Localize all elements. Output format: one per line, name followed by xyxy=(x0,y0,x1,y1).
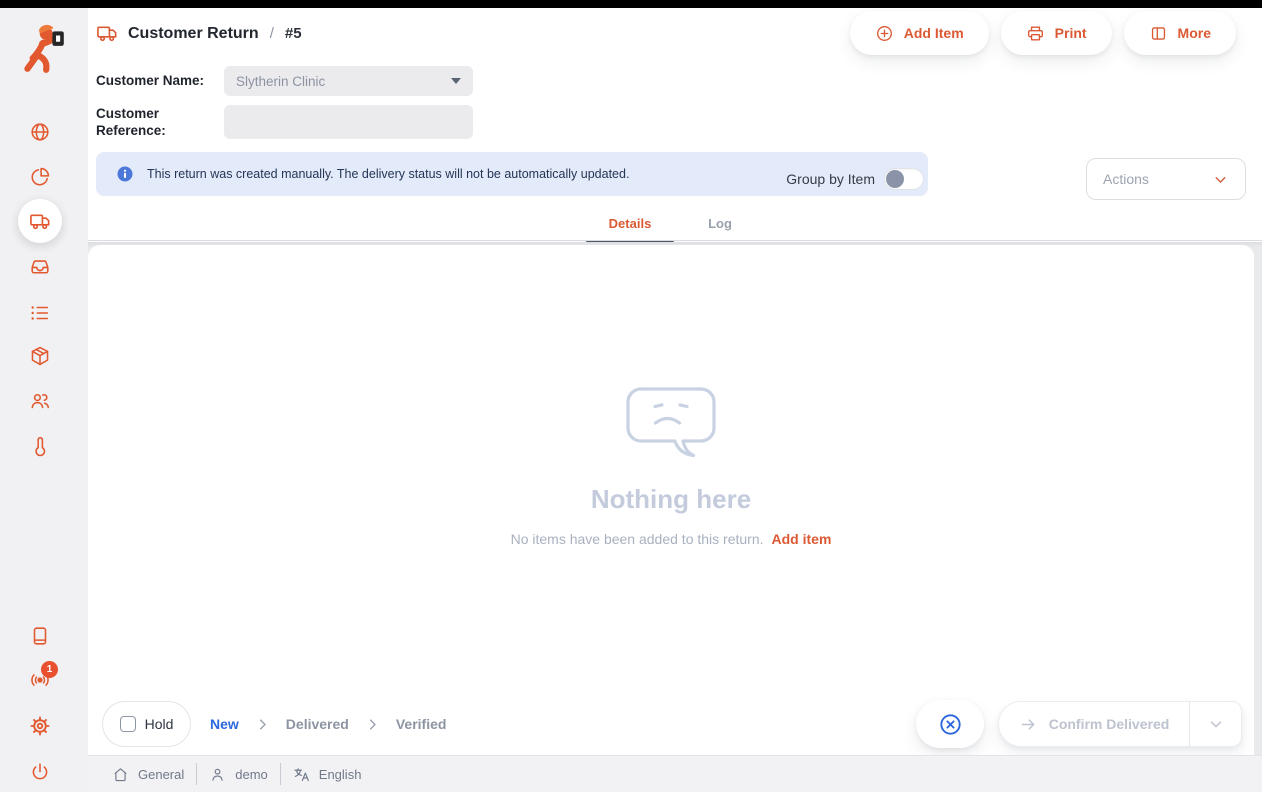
add-item-link[interactable]: Add item xyxy=(772,531,832,547)
sidebar: 1 xyxy=(0,8,88,792)
sidebar-item-logout[interactable] xyxy=(26,758,54,786)
tab-bar: Details Log xyxy=(88,208,1262,241)
home-icon xyxy=(112,766,129,783)
app-root: 1 Customer Return / #5 Add Item Print xyxy=(0,0,1262,792)
workflow-steps: New Delivered Verified xyxy=(210,700,446,748)
footer-user[interactable]: demo xyxy=(197,766,280,783)
actions-dropdown[interactable]: Actions xyxy=(1086,158,1246,200)
hold-checkbox[interactable] xyxy=(120,716,136,732)
plus-circle-icon xyxy=(875,24,894,43)
thermometer-icon xyxy=(29,435,51,457)
sidebar-item-inbox[interactable] xyxy=(26,253,54,281)
sidebar-item-reports[interactable] xyxy=(26,163,54,191)
caret-down-icon xyxy=(451,78,461,84)
breadcrumb-separator: / xyxy=(268,25,276,42)
confirm-delivered-button[interactable]: Confirm Delivered xyxy=(999,702,1189,746)
sidebar-item-globe[interactable] xyxy=(26,118,54,146)
printer-icon xyxy=(1026,24,1045,43)
customer-name-select[interactable]: Slytherin Clinic xyxy=(224,66,473,96)
top-black-bar xyxy=(0,0,1262,8)
pie-chart-icon xyxy=(29,166,51,188)
empty-state-title: Nothing here xyxy=(88,484,1254,515)
group-by-item-control: Group by Item xyxy=(786,158,924,200)
status-bar: Hold New Delivered Verified Confirm Deli… xyxy=(102,700,1242,748)
power-icon xyxy=(29,761,51,783)
document-number: #5 xyxy=(285,25,302,42)
customer-reference-input[interactable] xyxy=(224,105,473,139)
page-header: Customer Return / #5 Add Item Print More… xyxy=(88,8,1262,241)
banner-text: This return was created manually. The de… xyxy=(147,167,629,181)
header-actions: Add Item Print More xyxy=(850,11,1236,55)
sidebar-item-products[interactable] xyxy=(26,342,54,370)
confirm-delivered-group: Confirm Delivered xyxy=(998,701,1242,747)
group-by-item-toggle[interactable] xyxy=(884,168,924,190)
content-backdrop: Nothing here No items have been added to… xyxy=(88,242,1262,755)
sidebar-item-customers[interactable] xyxy=(26,387,54,415)
chevron-right-icon xyxy=(365,717,380,732)
step-new: New xyxy=(210,716,239,732)
status-footer: General demo English xyxy=(88,755,1262,792)
tab-details[interactable]: Details xyxy=(585,208,675,241)
arrow-right-icon xyxy=(1019,715,1038,734)
info-icon xyxy=(116,165,134,183)
chevron-right-icon xyxy=(255,717,270,732)
footer-warehouse[interactable]: General xyxy=(100,766,196,783)
package-icon xyxy=(29,345,51,367)
print-button[interactable]: Print xyxy=(1001,11,1112,55)
truck-icon xyxy=(29,210,52,233)
sidebar-item-temperature[interactable] xyxy=(26,432,54,460)
customer-name-label: Customer Name: xyxy=(96,72,226,89)
breadcrumb: Customer Return / #5 xyxy=(96,22,302,45)
toggle-knob xyxy=(886,170,904,188)
chevron-down-icon xyxy=(1212,171,1229,188)
tab-log[interactable]: Log xyxy=(675,208,765,241)
hold-label: Hold xyxy=(145,716,174,732)
empty-state: Nothing here No items have been added to… xyxy=(88,385,1254,547)
step-verified: Verified xyxy=(396,716,447,732)
customer-reference-label: Customer Reference: xyxy=(96,105,226,139)
details-panel: Nothing here No items have been added to… xyxy=(88,245,1254,755)
sidebar-item-list[interactable] xyxy=(26,299,54,327)
sad-speech-bubble-icon xyxy=(624,385,718,471)
people-icon xyxy=(29,390,51,412)
translate-icon xyxy=(293,766,310,783)
confirm-options-caret[interactable] xyxy=(1189,702,1241,746)
actions-placeholder: Actions xyxy=(1103,171,1212,187)
footer-language[interactable]: English xyxy=(281,766,374,783)
globe-icon xyxy=(29,121,51,143)
group-by-item-label: Group by Item xyxy=(786,171,875,187)
list-icon xyxy=(29,302,51,324)
customer-name-value: Slytherin Clinic xyxy=(236,74,451,89)
panel-icon xyxy=(1149,24,1168,43)
inbox-icon xyxy=(29,256,51,278)
step-delivered: Delivered xyxy=(286,716,349,732)
chevron-down-icon xyxy=(1207,715,1225,733)
more-button[interactable]: More xyxy=(1124,11,1236,55)
sidebar-item-devices[interactable] xyxy=(26,622,54,650)
person-icon xyxy=(209,766,226,783)
truck-icon xyxy=(96,22,119,45)
cancel-return-button[interactable] xyxy=(916,700,984,748)
tablet-icon xyxy=(29,625,51,647)
hold-button[interactable]: Hold xyxy=(102,701,191,747)
sidebar-item-settings[interactable] xyxy=(26,712,54,740)
add-item-button[interactable]: Add Item xyxy=(850,11,989,55)
app-logo[interactable] xyxy=(15,22,69,76)
page-title: Customer Return xyxy=(128,25,259,43)
gear-icon xyxy=(29,715,51,737)
notification-badge: 1 xyxy=(41,661,58,678)
empty-state-message: No items have been added to this return.… xyxy=(88,531,1254,547)
sidebar-item-deliveries-active[interactable] xyxy=(18,199,62,243)
x-circle-icon xyxy=(938,712,963,737)
